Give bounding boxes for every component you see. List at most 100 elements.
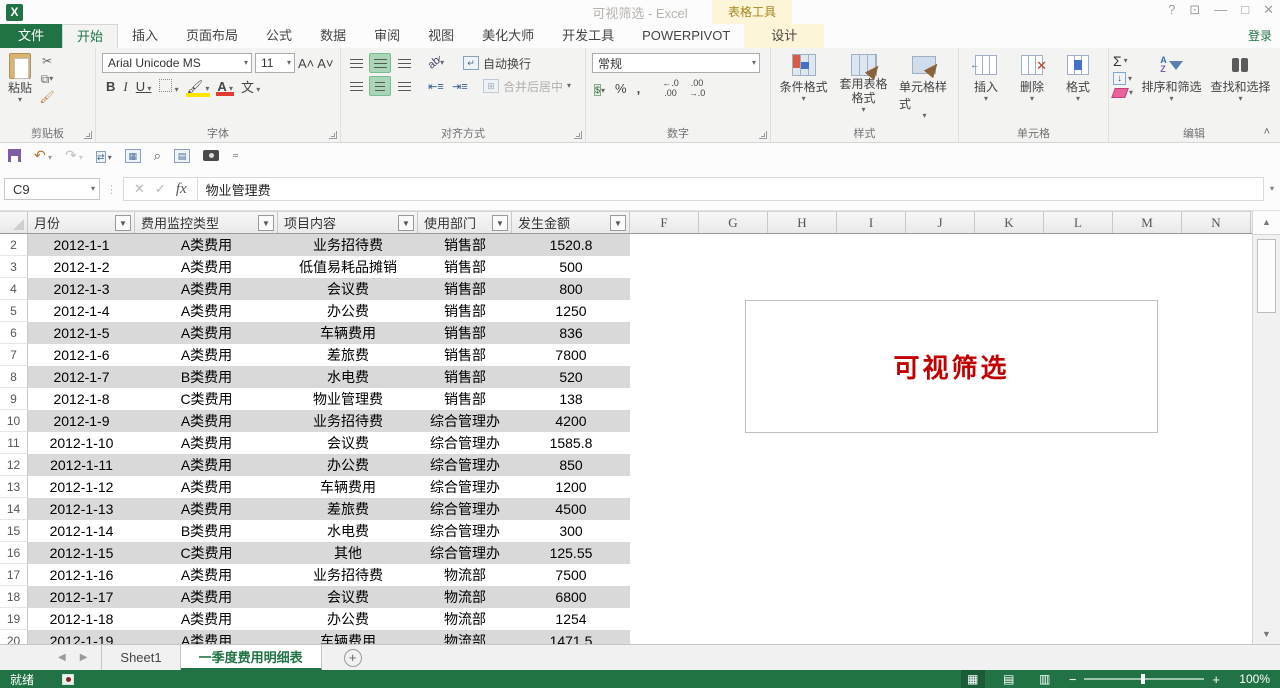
font-size-select[interactable]: 11 ▾ (255, 53, 295, 73)
macro-record-icon[interactable] (62, 674, 74, 685)
cell[interactable]: 销售部 (418, 366, 512, 388)
cell[interactable]: 2012-1-17 (28, 586, 135, 608)
row-number[interactable]: 12 (0, 454, 28, 476)
cell[interactable]: 车辆费用 (278, 476, 418, 498)
cell[interactable]: 办公费 (278, 454, 418, 476)
ribbon-options-icon[interactable]: ⊡ (1189, 2, 1200, 18)
cell[interactable]: 销售部 (418, 344, 512, 366)
cell[interactable]: 业务招待费 (278, 234, 418, 256)
cell[interactable]: 综合管理办 (418, 454, 512, 476)
cell[interactable]: A类费用 (135, 586, 278, 608)
column-letter-L[interactable]: L (1044, 212, 1113, 233)
cell[interactable]: 125.55 (512, 542, 630, 564)
grow-font-button[interactable]: A˄ (298, 56, 314, 71)
fill-color-button[interactable]: 🖌 ▾ (187, 79, 210, 95)
italic-button[interactable]: I (123, 79, 127, 95)
cell[interactable]: 销售部 (418, 256, 512, 278)
cell[interactable]: 销售部 (418, 234, 512, 256)
page-break-view-icon[interactable]: ▥ (1033, 670, 1057, 688)
row-number[interactable]: 20 (0, 630, 28, 644)
normal-view-icon[interactable]: ▦ (961, 670, 985, 688)
cell[interactable]: 1471.5 (512, 630, 630, 644)
sheet-tab-active[interactable]: 一季度费用明细表 (181, 645, 322, 670)
cell[interactable]: 1520.8 (512, 234, 630, 256)
scroll-down-icon[interactable]: ▼ (1253, 624, 1280, 644)
cell[interactable]: 物流部 (418, 608, 512, 630)
align-middle-button[interactable] (369, 53, 391, 73)
cell[interactable]: 销售部 (418, 322, 512, 344)
tab-home[interactable]: 开始 (62, 24, 118, 48)
cell[interactable]: 综合管理办 (418, 476, 512, 498)
page-layout-view-icon[interactable]: ▤ (997, 670, 1021, 688)
cell[interactable]: 差旅费 (278, 344, 418, 366)
bold-button[interactable]: B (106, 79, 115, 94)
delete-cells-button[interactable]: ✕ 删除▾ (1009, 51, 1055, 105)
cell[interactable]: 物流部 (418, 586, 512, 608)
font-color-button[interactable]: A ▾ (217, 79, 233, 94)
cell[interactable]: 850 (512, 454, 630, 476)
tab-powerpivot[interactable]: POWERPIVOT (628, 24, 744, 48)
align-left-button[interactable] (345, 76, 367, 96)
zoom-level[interactable]: 100% (1232, 672, 1270, 686)
cell[interactable]: C类费用 (135, 542, 278, 564)
cell[interactable]: 1254 (512, 608, 630, 630)
font-dialog-launcher-icon[interactable] (329, 131, 337, 139)
row-number[interactable]: 10 (0, 410, 28, 432)
cell[interactable]: 1585.8 (512, 432, 630, 454)
align-bottom-button[interactable] (393, 53, 415, 73)
insert-cells-button[interactable]: ← 插入▾ (963, 51, 1009, 105)
cell[interactable]: 业务招待费 (278, 410, 418, 432)
cell[interactable]: 2012-1-10 (28, 432, 135, 454)
column-letter-M[interactable]: M (1113, 212, 1182, 233)
cell[interactable]: 800 (512, 278, 630, 300)
cell[interactable]: A类费用 (135, 256, 278, 278)
cell[interactable]: 1250 (512, 300, 630, 322)
cell[interactable]: A类费用 (135, 498, 278, 520)
tab-design[interactable]: 设计 (744, 24, 824, 48)
overlay-textbox[interactable]: 可视筛选 (745, 300, 1158, 433)
cell[interactable]: 综合管理办 (418, 542, 512, 564)
row-number[interactable]: 2 (0, 234, 28, 256)
cell[interactable]: 2012-1-14 (28, 520, 135, 542)
insert-function-icon[interactable]: fx (176, 181, 187, 198)
comma-button[interactable]: , (637, 81, 641, 96)
cell[interactable]: 2012-1-16 (28, 564, 135, 586)
cell[interactable]: 2012-1-13 (28, 498, 135, 520)
column-letter-H[interactable]: H (768, 212, 837, 233)
cell[interactable]: 2012-1-8 (28, 388, 135, 410)
cell[interactable]: 差旅费 (278, 498, 418, 520)
cell[interactable]: 7800 (512, 344, 630, 366)
cell[interactable]: 2012-1-4 (28, 300, 135, 322)
cell[interactable]: 会议费 (278, 432, 418, 454)
row-number[interactable]: 11 (0, 432, 28, 454)
cell[interactable]: 2012-1-6 (28, 344, 135, 366)
wrap-text-button[interactable]: ↵自动换行 (459, 54, 535, 73)
zoom-out-icon[interactable]: − (1069, 672, 1077, 687)
clear-button[interactable]: ▾ (1113, 88, 1133, 98)
next-sheet-icon[interactable]: ▶ (80, 652, 88, 663)
cell[interactable]: 7500 (512, 564, 630, 586)
cell[interactable]: 物流部 (418, 564, 512, 586)
row-number[interactable]: 15 (0, 520, 28, 542)
row-number[interactable]: 5 (0, 300, 28, 322)
cell[interactable]: 综合管理办 (418, 410, 512, 432)
cell[interactable]: 水电费 (278, 366, 418, 388)
form-icon[interactable]: ▤ (174, 149, 190, 163)
camera-icon[interactable] (203, 150, 219, 161)
increase-indent-button[interactable]: ⇥≡ (449, 76, 471, 96)
cell[interactable]: 2012-1-5 (28, 322, 135, 344)
paste-button[interactable]: 粘贴 ▾ (4, 51, 36, 106)
zoom-track[interactable] (1084, 678, 1204, 680)
cell[interactable]: A类费用 (135, 476, 278, 498)
column-letter-I[interactable]: I (837, 212, 906, 233)
row-number[interactable]: 17 (0, 564, 28, 586)
cell[interactable]: A类费用 (135, 564, 278, 586)
number-format-select[interactable]: 常规 ▾ (592, 53, 760, 73)
cell[interactable]: 6800 (512, 586, 630, 608)
borders-button[interactable]: ▾ (159, 79, 178, 95)
qat-more-icon[interactable]: ≂ (232, 152, 239, 160)
zoom-in-icon[interactable]: + (1212, 672, 1220, 687)
cell[interactable]: 物业管理费 (278, 388, 418, 410)
switch-windows-icon[interactable]: ⇄ ▾ (96, 147, 112, 164)
tab-data[interactable]: 数据 (306, 24, 360, 48)
